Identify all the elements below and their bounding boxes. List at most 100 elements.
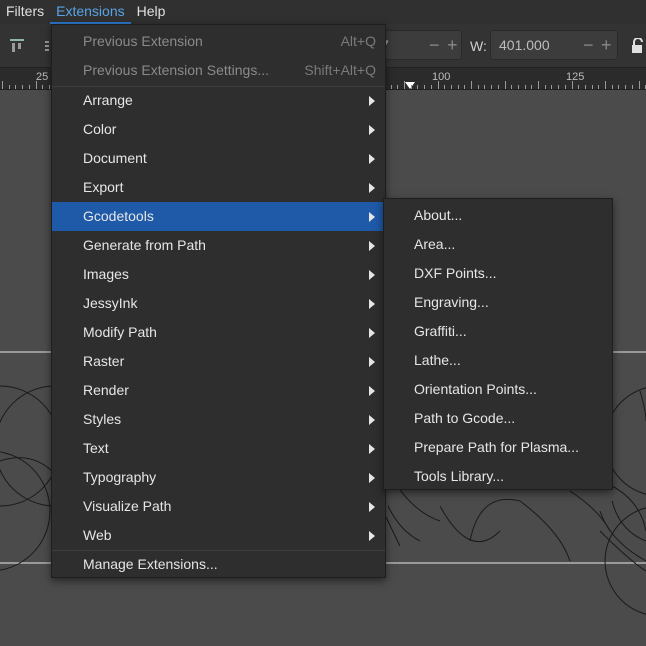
menu-item-tools-library[interactable]: Tools Library... [384,462,612,491]
menu-item-text[interactable]: Text [52,434,385,463]
submenu-arrow-icon [369,473,375,483]
ruler-tick [571,81,573,89]
decrement-icon[interactable]: − [429,35,440,56]
menu-item-modify-path[interactable]: Modify Path [52,318,385,347]
submenu-arrow-icon [369,125,375,135]
lock-icon[interactable] [630,38,646,54]
menu-item-render[interactable]: Render [52,376,385,405]
menu-item-engraving[interactable]: Engraving... [384,288,612,317]
ruler-tick [551,85,553,89]
menu-item-document[interactable]: Document [52,144,385,173]
menu-item-styles[interactable]: Styles [52,405,385,434]
shortcut-label: Shift+Alt+Q [304,62,376,78]
menu-help[interactable]: Help [131,0,172,24]
ruler-tick [430,85,432,89]
ruler-tick [8,85,10,89]
menu-item-label: Lathe... [414,352,461,368]
ruler-tick [15,85,17,89]
menu-item-orientation-points[interactable]: Orientation Points... [384,375,612,404]
menu-item-lathe[interactable]: Lathe... [384,346,612,375]
w-field-value: 401.000 [499,37,550,53]
ruler-tick [397,85,399,89]
ruler-tick [625,85,627,89]
ruler-tick [491,85,493,89]
ruler-label: 125 [566,71,585,83]
ruler-tick [477,85,479,89]
ruler-tick [605,81,606,89]
ruler-tick [558,85,560,89]
increment-icon[interactable]: + [447,35,458,56]
menu-item-arrange[interactable]: Arrange [52,86,385,115]
ruler-tick [517,85,519,89]
menu-item-prepare-path-for-plasma[interactable]: Prepare Path for Plasma... [384,433,612,462]
gcodetools-submenu: About... Area... DXF Points... Engraving… [383,198,613,490]
submenu-arrow-icon [369,386,375,396]
menu-item-web[interactable]: Web [52,521,385,550]
shortcut-label: Alt+Q [340,33,376,49]
ruler-tick [598,85,600,89]
menu-item-label: Images [83,266,129,282]
menu-item-label: Generate from Path [83,237,206,253]
menu-item-label: Color [83,121,117,137]
menu-item-label: JessyInk [83,295,138,311]
increment-icon[interactable]: + [601,35,612,56]
menu-item-generate-from-path[interactable]: Generate from Path [52,231,385,260]
submenu-arrow-icon [369,270,375,280]
ruler-tick [584,85,586,89]
menu-item-gcodetools[interactable]: Gcodetools [52,202,385,231]
ruler-tick [631,85,633,89]
ruler-tick [578,85,580,89]
w-field[interactable]: 401.000 − + [490,30,618,60]
ruler-tick [618,85,620,89]
menu-item-label: Prepare Path for Plasma... [414,439,579,455]
menu-item-graffiti[interactable]: Graffiti... [384,317,612,346]
menu-item-previous-extension[interactable]: Previous Extension Alt+Q [52,27,385,56]
ruler-tick [437,81,439,89]
menu-item-label: About... [414,207,463,223]
menu-filters[interactable]: Filters [0,0,50,24]
menu-item-dxf-points[interactable]: DXF Points... [384,259,612,288]
ruler-tick [538,81,539,89]
menu-item-label: Modify Path [83,324,157,340]
menu-item-path-to-gcode[interactable]: Path to Gcode... [384,404,612,433]
submenu-arrow-icon [369,212,375,222]
submenu-arrow-icon [369,357,375,367]
menu-item-label: Orientation Points... [414,381,537,397]
menu-item-images[interactable]: Images [52,260,385,289]
menu-item-jessyink[interactable]: JessyInk [52,289,385,318]
menu-item-label: Manage Extensions... [83,556,218,572]
submenu-arrow-icon [369,328,375,338]
menu-item-manage-extensions[interactable]: Manage Extensions... [52,550,385,579]
menu-item-label: DXF Points... [414,265,497,281]
extensions-menu: Previous Extension Alt+Q Previous Extens… [51,24,386,578]
menu-item-export[interactable]: Export [52,173,385,202]
menu-item-about[interactable]: About... [384,201,612,230]
align-top-icon[interactable] [9,38,25,54]
menu-item-visualize-path[interactable]: Visualize Path [52,492,385,521]
menu-item-label: Render [83,382,129,398]
submenu-arrow-icon [369,502,375,512]
decrement-icon[interactable]: − [583,35,594,56]
ruler-tick [531,85,533,89]
menu-item-previous-extension-settings[interactable]: Previous Extension Settings... Shift+Alt… [52,56,385,85]
ruler-tick [504,81,506,89]
menu-item-typography[interactable]: Typography [52,463,385,492]
ruler-tick [638,81,640,89]
submenu-arrow-icon [369,241,375,251]
ruler-tick [410,85,412,89]
ruler-tick [22,85,24,89]
ruler-tick [611,85,613,89]
ruler-tick [42,85,44,89]
ruler-tick [417,85,419,89]
ruler-tick [544,85,546,89]
menu-item-area[interactable]: Area... [384,230,612,259]
ruler-label: 100 [432,71,451,83]
ruler-tick [424,85,426,89]
ruler-label: 25 [36,71,49,83]
ruler-tick [564,85,566,89]
menu-extensions[interactable]: Extensions [50,0,131,24]
submenu-arrow-icon [369,183,375,193]
menu-item-color[interactable]: Color [52,115,385,144]
menu-item-raster[interactable]: Raster [52,347,385,376]
ruler-tick [464,85,466,89]
